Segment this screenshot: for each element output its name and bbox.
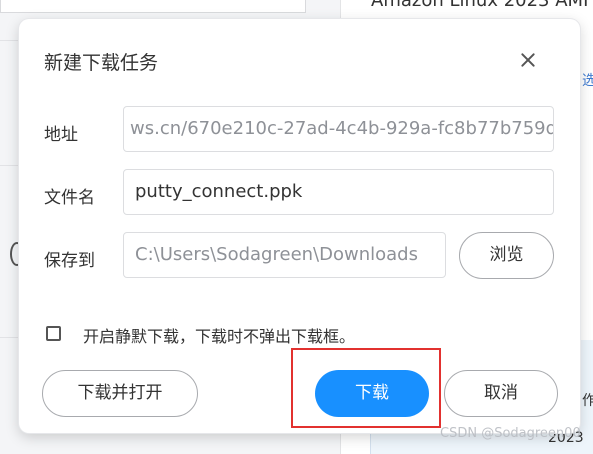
close-icon[interactable] xyxy=(517,49,539,71)
filename-field[interactable]: putty_connect.ppk xyxy=(123,169,554,215)
background-ami-title: Amazon Linux 2023 AMI xyxy=(371,0,589,11)
browse-button[interactable]: 浏览 xyxy=(459,232,554,279)
highlight-annotation xyxy=(291,348,441,428)
url-label: 地址 xyxy=(44,125,78,145)
url-field[interactable]: ws.cn/670e210c-27ad-4c4b-929a-fc8b77b759… xyxy=(123,106,554,152)
silent-download-label[interactable]: 开启静默下载，下载时不弹出下载框。 xyxy=(83,323,355,347)
save-to-label: 保存到 xyxy=(44,251,95,271)
watermark: CSDN @Sodagreen00 xyxy=(440,426,581,441)
silent-download-checkbox[interactable] xyxy=(46,326,61,341)
background-text: 作 xyxy=(582,393,593,409)
dialog-title: 新建下载任务 xyxy=(44,52,159,74)
cancel-button[interactable]: 取消 xyxy=(444,370,558,417)
background-link[interactable]: 选 xyxy=(582,70,593,90)
save-path-field[interactable]: C:\Users\Sodagreen\Downloads xyxy=(123,232,446,278)
background-card xyxy=(0,0,306,13)
download-and-open-button[interactable]: 下载并打开 xyxy=(42,370,198,417)
filename-label: 文件名 xyxy=(44,188,95,208)
